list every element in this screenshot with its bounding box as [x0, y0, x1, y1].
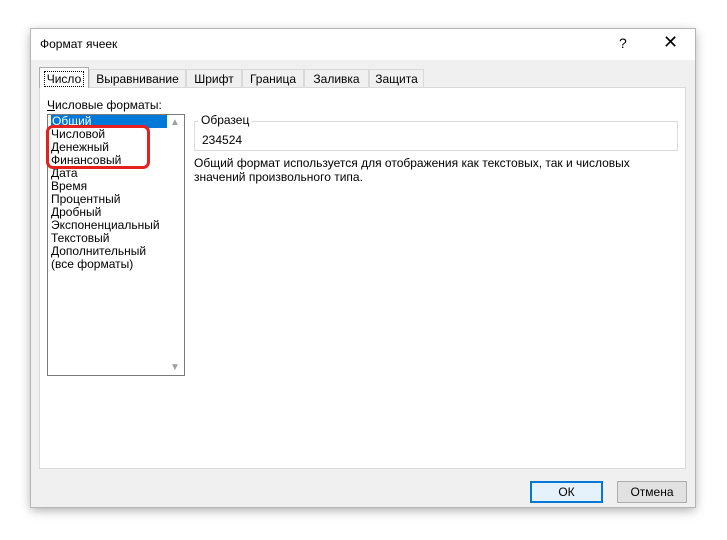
- format-item-custom[interactable]: (все форматы): [51, 258, 133, 271]
- scroll-down-icon[interactable]: ▼: [170, 362, 180, 373]
- help-button[interactable]: ?: [619, 35, 627, 51]
- tab-font[interactable]: Шрифт: [186, 69, 242, 87]
- tab-protection[interactable]: Защита: [369, 69, 424, 87]
- close-icon[interactable]: ✕: [663, 32, 678, 53]
- dialog-title: Формат ячеек: [40, 37, 118, 51]
- ok-button[interactable]: ОК: [530, 481, 603, 503]
- formats-label: Числовые форматы:: [47, 98, 162, 112]
- tab-number[interactable]: Число: [39, 67, 89, 88]
- format-cells-dialog: Формат ячеек ? ✕ Число Выравнивание Шриф…: [31, 29, 695, 507]
- red-highlight-outline: [46, 125, 150, 169]
- title-bar: Формат ячеек ? ✕: [31, 29, 695, 60]
- sample-legend: Образец: [198, 113, 253, 127]
- tab-alignment[interactable]: Выравнивание: [89, 69, 186, 87]
- tab-border[interactable]: Граница: [242, 69, 304, 87]
- scroll-up-icon[interactable]: ▲: [170, 117, 180, 128]
- list-scrollbar[interactable]: ▲ ▼: [167, 115, 184, 375]
- sample-value: 234524: [202, 133, 243, 147]
- format-description: Общий формат используется для отображени…: [194, 156, 630, 184]
- sample-group: [194, 121, 678, 151]
- tab-fill[interactable]: Заливка: [304, 69, 369, 87]
- cancel-button[interactable]: Отмена: [617, 481, 687, 503]
